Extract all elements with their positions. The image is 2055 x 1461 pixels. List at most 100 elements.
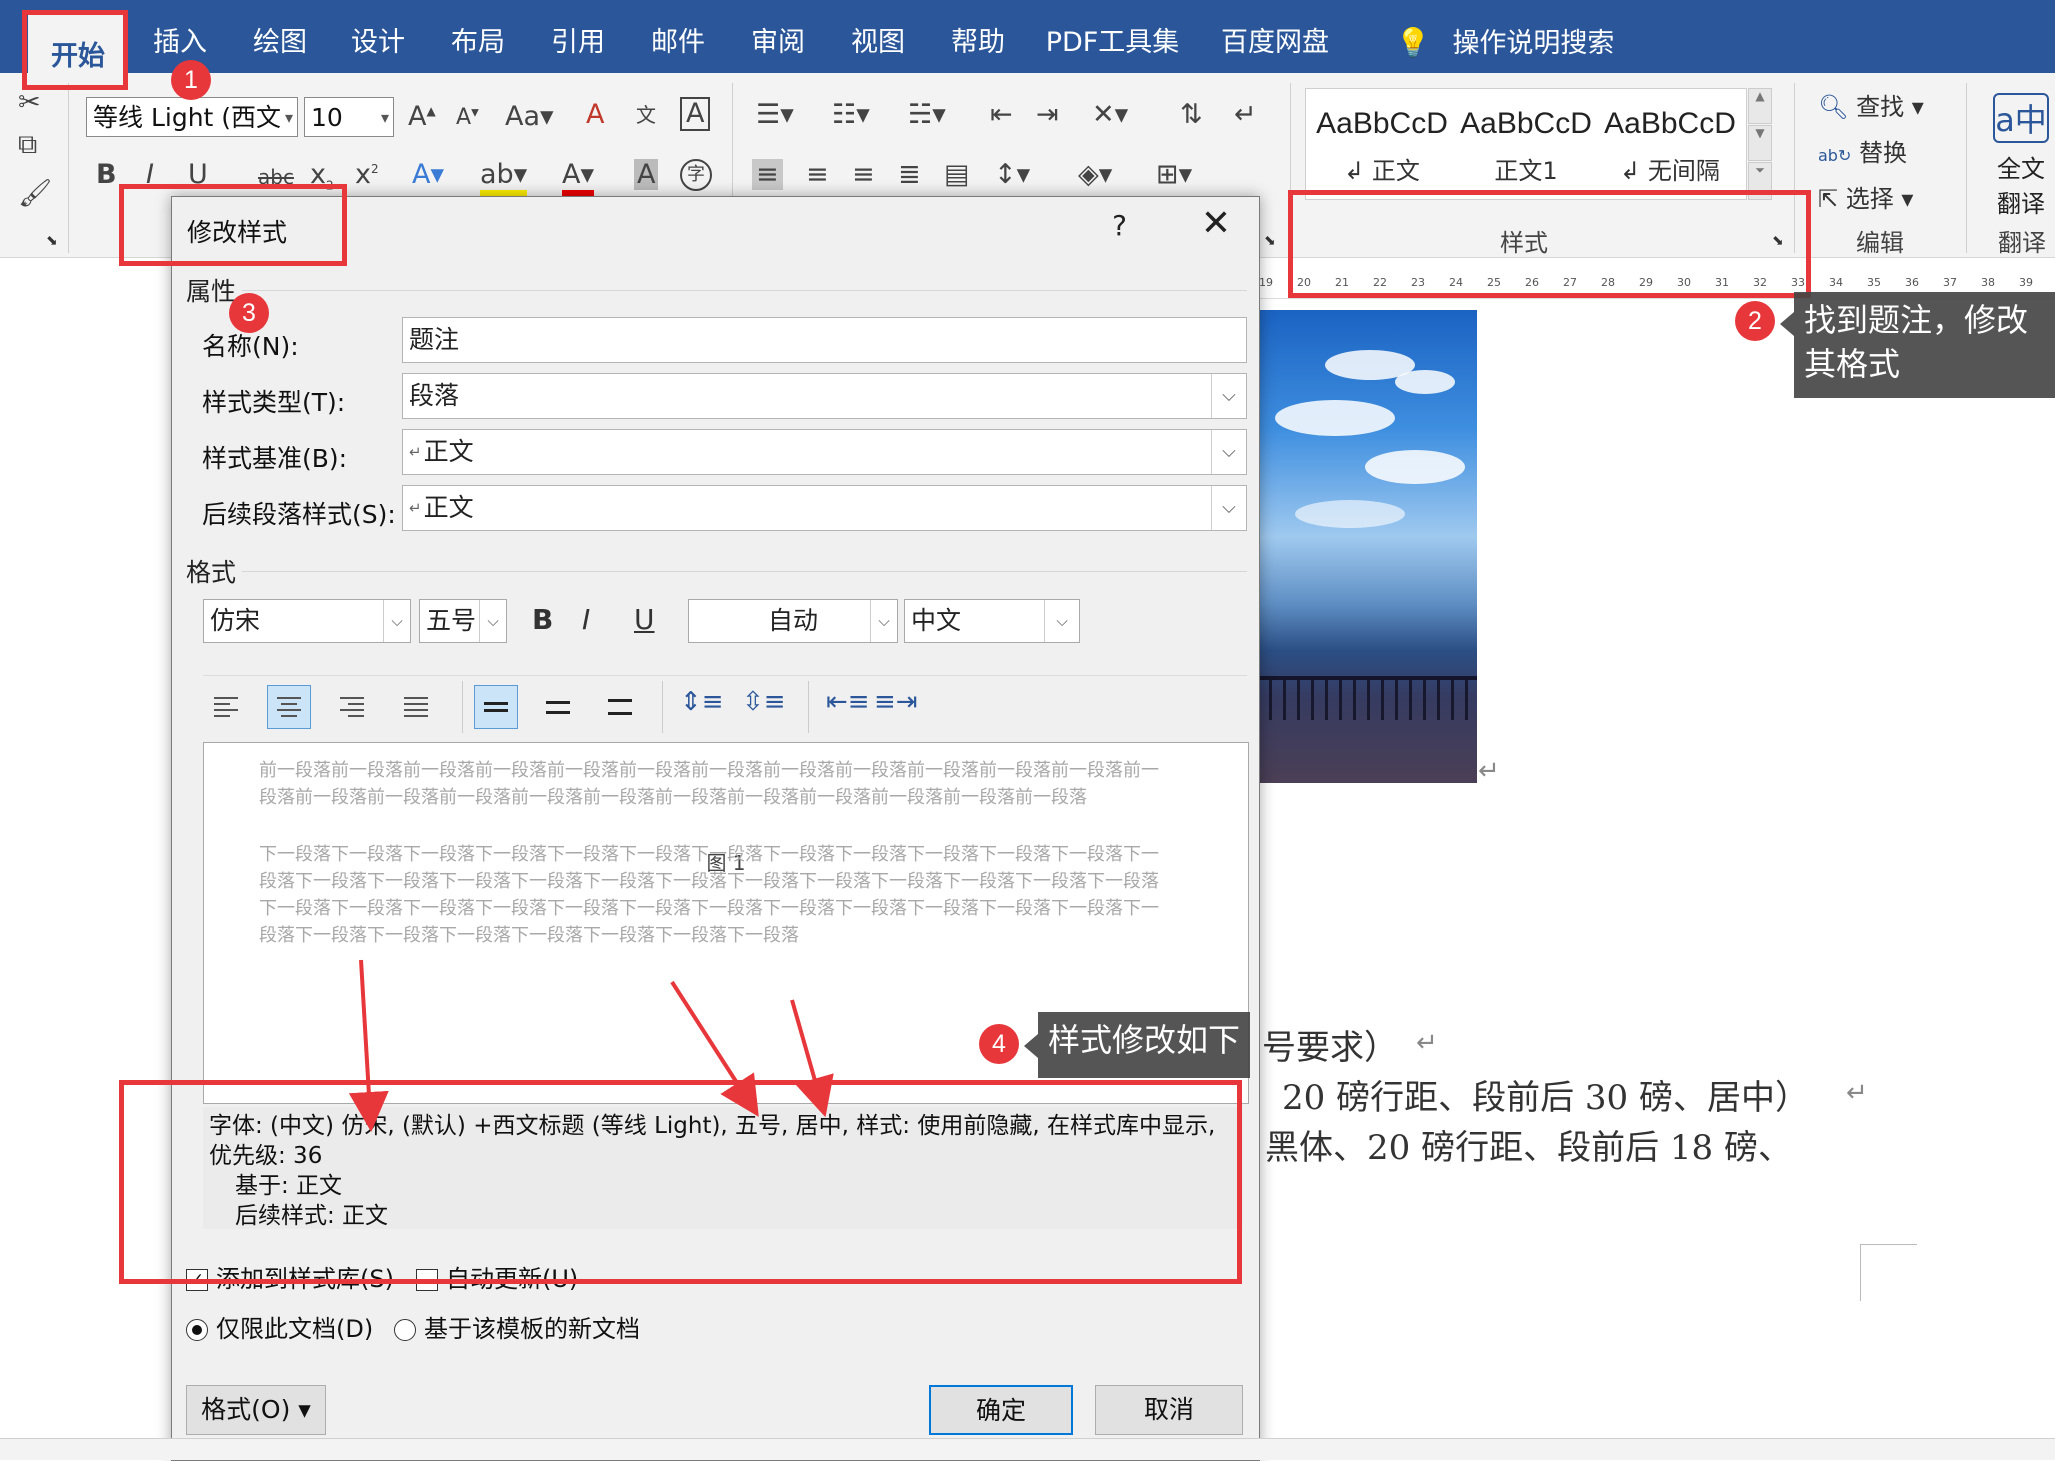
bullets-icon[interactable]: ☰▾ bbox=[756, 99, 794, 130]
increase-spacing-icon[interactable]: ⇕≡ bbox=[680, 687, 724, 717]
tab-layout[interactable]: 布局 bbox=[438, 0, 518, 73]
chevron-down-icon: ▾ bbox=[380, 108, 389, 127]
chevron-down-icon: ⌵ bbox=[870, 600, 897, 642]
cancel-button[interactable]: 取消 bbox=[1095, 1385, 1243, 1435]
font-name-combo[interactable]: 等线 Light (西文 ▾ bbox=[86, 97, 298, 137]
replace-icon: ab↻ bbox=[1818, 146, 1852, 165]
one-half-spacing-button[interactable] bbox=[536, 685, 580, 729]
cloud bbox=[1295, 500, 1405, 528]
show-marks-icon[interactable]: ↵ bbox=[1234, 99, 1257, 130]
font-select[interactable]: 仿宋 ⌵ bbox=[203, 599, 411, 643]
script-select[interactable]: 中文 ⌵ bbox=[904, 599, 1080, 643]
cloud bbox=[1275, 400, 1395, 436]
style-no-spacing[interactable]: AaBbCcD ↲ 无间隔 bbox=[1600, 107, 1740, 186]
size-select[interactable]: 五号 ⌵ bbox=[419, 599, 507, 643]
tab-draw[interactable]: 绘图 bbox=[240, 0, 320, 73]
tell-me-search[interactable]: 💡 操作说明搜索 bbox=[1370, 0, 1640, 73]
toolbar-divider bbox=[462, 681, 463, 733]
style-normal1[interactable]: AaBbCcD 正文1 bbox=[1456, 107, 1596, 186]
line-spacing-icon[interactable]: ↕▾ bbox=[994, 159, 1030, 190]
align-center-button[interactable] bbox=[267, 685, 311, 729]
italic-button[interactable]: I bbox=[582, 603, 590, 636]
align-left-button[interactable] bbox=[204, 685, 248, 729]
annotation-box-description bbox=[119, 1080, 1242, 1284]
clipboard-expand-icon[interactable]: ⬊ bbox=[46, 233, 58, 249]
new-documents-label: 基于该模板的新文档 bbox=[424, 1315, 640, 1343]
help-button[interactable]: ? bbox=[1112, 209, 1127, 242]
double-spacing-button[interactable] bbox=[598, 685, 642, 729]
format-painter-icon[interactable]: 🖌 bbox=[18, 177, 52, 209]
character-shading-icon[interactable]: A bbox=[634, 159, 659, 190]
tab-view[interactable]: 视图 bbox=[838, 0, 918, 73]
full-translate-button[interactable]: a中 全文 翻译 bbox=[1988, 93, 2054, 219]
numbering-icon[interactable]: ☷▾ bbox=[832, 99, 870, 130]
gallery-scroll-up[interactable]: ▲ bbox=[1748, 88, 1772, 124]
style-normal[interactable]: AaBbCcD ↲ 正文 bbox=[1312, 107, 1452, 186]
align-center-icon[interactable]: ≡ bbox=[806, 159, 829, 190]
bold-button[interactable]: B bbox=[532, 603, 553, 636]
style-type-select[interactable]: 段落 ⌵ bbox=[402, 373, 1247, 419]
increase-indent-button[interactable]: ≡⇥ bbox=[874, 687, 918, 717]
format-menu-button[interactable]: 格式(O) ▾ bbox=[186, 1385, 326, 1435]
new-documents-radio[interactable]: 基于该模板的新文档 bbox=[394, 1309, 640, 1344]
based-on-select[interactable]: ↵正文 ⌵ bbox=[402, 429, 1247, 475]
character-border-icon[interactable]: A bbox=[680, 97, 711, 131]
grow-font-icon[interactable]: A▲ bbox=[408, 101, 436, 132]
section-divider bbox=[242, 571, 1247, 572]
align-left-icon[interactable]: ≡ bbox=[752, 159, 783, 190]
font-value: 仿宋 bbox=[210, 606, 261, 635]
font-color-select[interactable]: 自动 ⌵ bbox=[688, 599, 898, 643]
decrease-indent-button[interactable]: ⇤≡ bbox=[826, 687, 870, 717]
gallery-scroll-down[interactable]: ▼ bbox=[1748, 125, 1772, 161]
highlight-icon[interactable]: ab▾ bbox=[480, 159, 528, 196]
shrink-font-icon[interactable]: A▼ bbox=[456, 105, 479, 130]
align-right-icon[interactable]: ≡ bbox=[852, 159, 875, 190]
style-type-label: 样式类型(T): bbox=[202, 388, 346, 417]
superscript-icon[interactable]: x2 bbox=[355, 159, 379, 190]
replace-button[interactable]: ab↻ 替换 bbox=[1818, 133, 1907, 168]
tab-baidu-netdisk[interactable]: 百度网盘 bbox=[1215, 0, 1335, 73]
ok-button[interactable]: 确定 bbox=[929, 1385, 1073, 1435]
decrease-spacing-icon[interactable]: ⇳≡ bbox=[742, 687, 786, 717]
borders-icon[interactable]: ⊞▾ bbox=[1156, 159, 1192, 190]
justify-icon[interactable]: ≣ bbox=[898, 159, 921, 190]
radio-empty-icon bbox=[394, 1319, 416, 1341]
style-label-text: 无间隔 bbox=[1647, 157, 1720, 185]
single-spacing-button[interactable] bbox=[474, 685, 518, 729]
clear-formatting-icon[interactable]: A bbox=[586, 99, 604, 130]
next-style-select[interactable]: ↵正文 ⌵ bbox=[402, 485, 1247, 531]
text-effects-icon[interactable]: A▾ bbox=[412, 159, 444, 190]
tab-pdf-tools[interactable]: PDF工具集 bbox=[1040, 0, 1185, 73]
bold-icon[interactable]: B bbox=[96, 159, 117, 190]
only-this-document-radio[interactable]: 仅限此文档(D) bbox=[186, 1309, 373, 1344]
sort-icon[interactable]: ⇅ bbox=[1180, 99, 1203, 130]
copy-icon[interactable]: ⧉ bbox=[18, 129, 37, 161]
shading-icon[interactable]: ◈▾ bbox=[1078, 159, 1112, 190]
paragraph-expand-icon[interactable]: ⬊ bbox=[1264, 233, 1276, 249]
tab-mailings[interactable]: 邮件 bbox=[638, 0, 718, 73]
phonetic-guide-icon[interactable]: 文 bbox=[636, 99, 656, 128]
increase-indent-icon[interactable]: ⇥ bbox=[1036, 99, 1059, 130]
font-color-icon[interactable]: A▾ bbox=[562, 159, 595, 196]
find-button[interactable]: 🔍︎ 查找 ▾ bbox=[1818, 87, 1924, 122]
tab-review[interactable]: 审阅 bbox=[738, 0, 818, 73]
select-button[interactable]: ⇱ 选择 ▾ bbox=[1818, 179, 1913, 214]
chinese-layout-icon[interactable]: ✕▾ bbox=[1092, 99, 1128, 130]
font-size-combo[interactable]: 10 ▾ bbox=[304, 97, 394, 137]
style-label: ↲ 无间隔 bbox=[1620, 157, 1720, 185]
justify-button[interactable] bbox=[394, 685, 438, 729]
enclose-characters-icon[interactable]: 字 bbox=[680, 159, 712, 191]
cut-icon[interactable]: ✂ bbox=[18, 87, 41, 118]
change-case-icon[interactable]: Aa▾ bbox=[505, 101, 554, 132]
multilevel-list-icon[interactable]: ☵▾ bbox=[908, 99, 946, 130]
tab-design[interactable]: 设计 bbox=[338, 0, 418, 73]
align-right-button[interactable] bbox=[330, 685, 374, 729]
size-value: 五号 bbox=[426, 606, 477, 635]
underline-button[interactable]: U bbox=[634, 603, 655, 636]
decrease-indent-icon[interactable]: ⇤ bbox=[990, 99, 1013, 130]
distributed-icon[interactable]: ▤ bbox=[944, 159, 970, 190]
close-button[interactable]: ✕ bbox=[1201, 203, 1231, 244]
tab-references[interactable]: 引用 bbox=[538, 0, 618, 73]
style-name-input[interactable]: 题注 bbox=[402, 317, 1247, 363]
tab-help[interactable]: 帮助 bbox=[938, 0, 1018, 73]
